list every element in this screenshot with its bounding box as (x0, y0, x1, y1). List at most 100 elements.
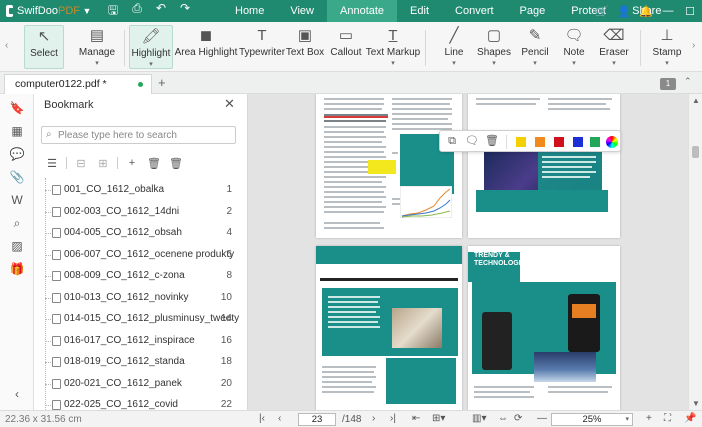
fit-page-icon[interactable]: ⇤ (412, 413, 420, 424)
attachments-icon[interactable]: 📎 (9, 169, 25, 185)
bookmark-item-page: 20 (220, 377, 232, 389)
print-icon[interactable]: ⎙ (128, 1, 146, 22)
zoom-out-icon[interactable]: — (537, 413, 547, 424)
cart-icon[interactable]: 🛒 (594, 5, 610, 18)
color-swatch-yellow[interactable] (516, 137, 526, 147)
page-layout-icon[interactable]: ▥▾ (472, 413, 486, 424)
bookmark-search-input[interactable] (58, 128, 230, 142)
text-box-button[interactable]: ▣ Text Box (285, 25, 325, 69)
menu-edit[interactable]: Edit (397, 0, 442, 22)
bookmark-item[interactable]: 020-021_CO_1612_panek 20 (34, 374, 246, 394)
typewriter-button[interactable]: T Typewriter (239, 25, 285, 69)
delete-icon[interactable]: 🗑 (485, 134, 499, 148)
collapse-all-icon[interactable]: ⊟ (70, 157, 92, 170)
eraser-label: Eraser (599, 47, 629, 58)
bookmark-item[interactable]: 010-013_CO_1612_novinky 10 (34, 288, 246, 308)
user-icon[interactable]: 👤 (616, 5, 632, 18)
highlight-tool-button[interactable]: 🖍 Highlight ▾ (129, 25, 173, 69)
add-bookmark-icon[interactable]: + (121, 157, 143, 169)
image-icon[interactable]: ▨ (9, 238, 25, 254)
menu-home[interactable]: Home (222, 0, 277, 22)
area-highlight-button[interactable]: ◼ Area Highlight (175, 25, 238, 69)
select-tool-button[interactable]: ↖ Select (24, 25, 64, 69)
bookmark-item[interactable]: 016-017_CO_1612_inspirace 16 (34, 331, 246, 351)
ribbon-scroll-right-icon[interactable]: › (692, 40, 695, 51)
bookmark-search-box[interactable]: ⌕ (41, 126, 236, 144)
chevron-down-icon: ▾ (533, 60, 537, 67)
previous-page-icon[interactable]: ‹ (278, 413, 281, 424)
menu-convert[interactable]: Convert (442, 0, 507, 22)
menu-page[interactable]: Page (507, 0, 559, 22)
notification-bell-icon[interactable]: 🔔 (638, 5, 654, 18)
bookmark-options-icon[interactable]: ☰ (41, 157, 63, 170)
bookmark-item[interactable]: 018-019_CO_1612_standa 18 (34, 352, 246, 372)
note-button[interactable]: 🗨 Note ▾ (561, 25, 587, 69)
app-menu-chevron-icon[interactable]: ▼ (80, 6, 94, 16)
page-number-input[interactable] (298, 413, 336, 426)
color-wheel-icon[interactable] (606, 136, 618, 148)
first-page-icon[interactable]: |‹ (259, 413, 265, 424)
save-icon[interactable]: 🖫 (104, 1, 122, 22)
fullscreen-icon[interactable]: ⛶ (664, 413, 671, 424)
comments-icon[interactable]: 💬 (9, 146, 25, 162)
color-swatch-red[interactable] (554, 137, 564, 147)
bookmark-item[interactable]: 006-007_CO_1612_ocenene produkty 6 (34, 245, 246, 265)
undo-icon[interactable]: ↶ (152, 1, 170, 22)
next-page-icon[interactable]: › (372, 413, 375, 424)
redo-icon[interactable]: ↷ (176, 1, 194, 22)
bookmark-item-title: 006-007_CO_1612_ocenene produkty (64, 248, 235, 260)
line-button[interactable]: ╱ Line ▾ (440, 25, 468, 69)
search-icon[interactable]: ⌕ (9, 215, 25, 231)
last-page-icon[interactable]: ›| (390, 413, 396, 424)
add-tab-button[interactable]: + (158, 75, 166, 90)
minimize-icon[interactable]: — (660, 5, 676, 17)
bookmark-item[interactable]: 002-003_CO_1612_14dni 2 (34, 202, 246, 222)
bookmark-item[interactable]: 008-009_CO_1612_c-zona 8 (34, 266, 246, 286)
chevron-up-icon[interactable]: ⌃ (684, 76, 692, 87)
delete-bookmark-icon[interactable]: 🗑 (143, 157, 165, 170)
manage-tool-button[interactable]: ▤ Manage ▾ (76, 25, 118, 69)
chevron-down-icon: ▾ (391, 60, 395, 67)
bookmark-panel-icon[interactable]: 🔖 (9, 100, 25, 116)
maximize-icon[interactable]: ☐ (682, 5, 698, 18)
zoom-level-select[interactable]: 25% ▾ (551, 413, 633, 426)
word-icon[interactable]: W (9, 192, 25, 208)
stamp-button[interactable]: ⊥ Stamp ▾ (651, 25, 683, 69)
text-box-label: Text Box (285, 47, 325, 58)
text-markup-button[interactable]: T̲ Text Markup ▾ (366, 25, 420, 69)
copy-icon[interactable]: ⧉ (445, 134, 459, 148)
color-swatch-orange[interactable] (535, 137, 545, 147)
document-view[interactable]: TRENDY & TECHNOLOGIE ⧉ 🗨 🗑 (248, 94, 688, 410)
shapes-button[interactable]: ▢ Shapes ▾ (477, 25, 511, 69)
bookmark-item[interactable]: 014-015_CO_1612_plusminusy_tweety 14 (34, 309, 246, 329)
color-swatch-green[interactable] (590, 137, 600, 147)
delete-all-bookmarks-icon[interactable]: 🗑 (165, 157, 187, 170)
ribbon-scroll-left-icon[interactable]: ‹ (5, 40, 8, 51)
scroll-down-icon[interactable]: ▼ (692, 399, 700, 408)
view-mode-icon[interactable]: ⊞▾ (432, 413, 445, 424)
fit-width-icon[interactable]: ⇔ (498, 413, 508, 424)
bookmark-item[interactable]: 004-005_CO_1612_obsah 4 (34, 223, 246, 243)
scrollbar-thumb[interactable] (692, 146, 699, 158)
scroll-up-icon[interactable]: ▲ (692, 96, 700, 105)
comment-icon[interactable]: 🗨 (465, 134, 479, 148)
bookmark-item[interactable]: 022-025_CO_1612_covid 22 (34, 395, 246, 410)
menu-annotate[interactable]: Annotate (327, 0, 398, 22)
expand-all-icon[interactable]: ⊞ (92, 157, 114, 170)
zoom-in-icon[interactable]: + (646, 413, 652, 424)
bookmark-item[interactable]: 001_CO_1612_obalka 1 (34, 180, 246, 200)
vertical-scrollbar[interactable]: ▲ ▼ (688, 94, 702, 410)
gift-icon[interactable]: 🎁 (9, 261, 25, 277)
callout-button[interactable]: ▭ Callout (329, 25, 363, 69)
pencil-button[interactable]: ✎ Pencil ▾ (519, 25, 551, 69)
pin-icon[interactable]: 📌 (684, 413, 696, 424)
rotate-icon[interactable]: ⟳ (514, 413, 522, 424)
color-swatch-blue[interactable] (573, 137, 583, 147)
thumbnails-icon[interactable]: ▦ (9, 123, 25, 139)
menu-view[interactable]: View (277, 0, 327, 22)
collapse-panel-icon[interactable]: ‹ (9, 386, 25, 402)
eraser-button[interactable]: ⌫ Eraser ▾ (598, 25, 630, 69)
document-tab[interactable]: computer0122.pdf * (4, 74, 152, 94)
close-icon[interactable]: ✕ (224, 96, 235, 112)
callout-icon: ▭ (338, 27, 354, 44)
